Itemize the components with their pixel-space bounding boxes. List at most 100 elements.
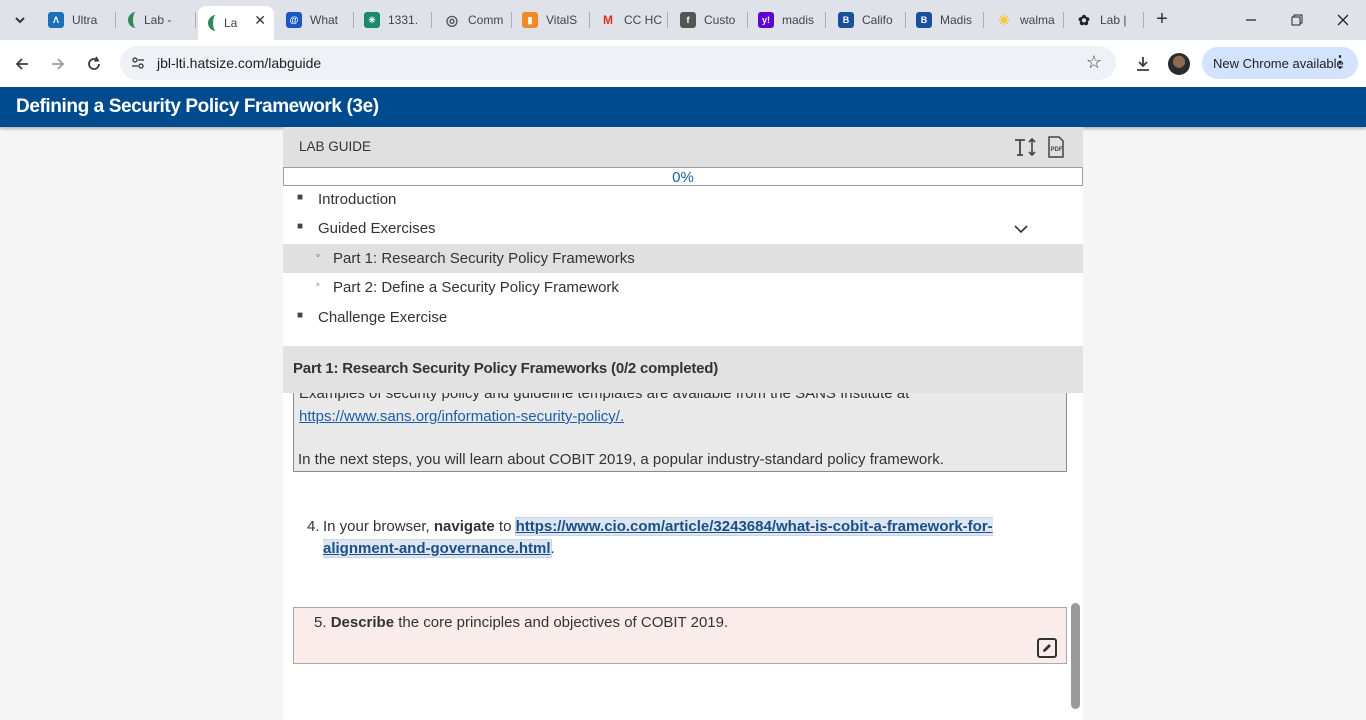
browser-toolbar: jbl-lti.hatsize.com/labguide ☆ New Chrom… xyxy=(0,40,1366,87)
section-header: Part 1: Research Security Policy Framewo… xyxy=(283,346,1083,393)
browser-tab[interactable]: Λ Ultra xyxy=(38,6,116,34)
lab-icon xyxy=(128,12,136,28)
text-size-icon xyxy=(1015,137,1036,157)
downloads-button[interactable] xyxy=(1130,50,1156,78)
arrow-right-icon xyxy=(52,58,65,70)
yahoo-icon: y! xyxy=(758,12,774,28)
tab-search-button[interactable] xyxy=(8,8,32,32)
forward-button[interactable] xyxy=(44,50,72,78)
step-text: In your browser, navigate to https://www… xyxy=(323,516,1047,560)
tab-separator xyxy=(667,12,668,28)
step-text: 5. Describe the core principles and obje… xyxy=(314,614,728,631)
bullet-icon: ■ xyxy=(297,192,304,203)
reload-button[interactable] xyxy=(80,50,108,78)
sans-link[interactable]: https://www.sans.org/information-securit… xyxy=(299,408,624,425)
step-number: 5. xyxy=(314,614,327,631)
close-icon xyxy=(1337,14,1349,26)
step-number: 4. xyxy=(307,518,320,535)
bullet-icon: ◦ xyxy=(316,250,320,262)
toc-item-guided-exercises[interactable]: ■ Guided Exercises xyxy=(283,214,1083,243)
lab-guide-title: LAB GUIDE xyxy=(299,139,372,154)
browser-tab[interactable]: y! madis xyxy=(748,6,826,34)
browser-tab[interactable]: Lab - xyxy=(118,6,196,34)
bookmark-star-icon[interactable]: ☆ xyxy=(1086,52,1102,73)
browser-tab[interactable]: ✿ Lab | xyxy=(1066,6,1144,34)
restore-icon xyxy=(1291,14,1303,26)
edit-answer-button[interactable] xyxy=(1037,638,1057,658)
new-tab-button[interactable]: + xyxy=(1150,8,1174,32)
bullet-icon: ◦ xyxy=(316,279,320,291)
browser-tab[interactable]: La ✕ xyxy=(198,6,274,40)
toc-item-part-1[interactable]: ◦ Part 1: Research Security Policy Frame… xyxy=(283,244,1083,273)
minimize-button[interactable] xyxy=(1228,0,1274,40)
ultra-icon: Λ xyxy=(48,12,64,28)
arrow-left-icon xyxy=(15,58,28,70)
step-5: 5. Describe the core principles and obje… xyxy=(293,607,1067,664)
close-tab-icon[interactable]: ✕ xyxy=(254,12,266,29)
tab-separator xyxy=(1063,12,1064,28)
browser-tab[interactable]: M CC HC xyxy=(590,6,668,34)
tab-label: Califo xyxy=(862,13,893,27)
browser-tab[interactable]: B Madis xyxy=(906,6,984,34)
browser-tab[interactable]: f Custo xyxy=(670,6,748,34)
browser-tab[interactable]: ✳ 1331. xyxy=(354,6,432,34)
profile-avatar[interactable] xyxy=(1166,50,1192,78)
url-text[interactable]: jbl-lti.hatsize.com/labguide xyxy=(157,55,321,71)
toc-item-label: Introduction xyxy=(318,191,397,208)
address-bar[interactable]: jbl-lti.hatsize.com/labguide ☆ xyxy=(120,46,1116,80)
tab-separator xyxy=(1143,12,1144,28)
lab-icon xyxy=(208,15,216,31)
browser-tab[interactable]: ◎ Comm xyxy=(434,6,512,34)
lab-guide-panel: LAB GUIDE PDF 0% ■ Introduction ■ Guided… xyxy=(283,127,1083,720)
toc-item-introduction[interactable]: ■ Introduction xyxy=(283,185,1083,214)
text-size-button[interactable] xyxy=(1013,135,1039,159)
openai-icon: ✿ xyxy=(1078,11,1090,28)
browser-tab[interactable]: B Califo xyxy=(828,6,906,34)
restore-button[interactable] xyxy=(1274,0,1320,40)
chevron-down-icon xyxy=(15,17,25,24)
tab-label: Madis xyxy=(940,13,973,27)
tab-label: Ultra xyxy=(72,13,98,27)
tab-label: Lab | xyxy=(1100,13,1127,27)
step-prefix: In your browser, xyxy=(323,518,430,535)
toc-item-label: Part 2: Define a Security Policy Framewo… xyxy=(333,279,619,296)
walmart-icon: ✳ xyxy=(998,11,1010,28)
toc-item-challenge-exercise[interactable]: ■ Challenge Exercise xyxy=(283,303,1083,332)
chevron-down-icon[interactable] xyxy=(1013,221,1029,237)
browser-tab[interactable]: ✳ walma xyxy=(986,6,1064,34)
f-icon: f xyxy=(680,12,696,28)
download-icon xyxy=(1137,57,1149,71)
tab-label: Custo xyxy=(704,13,736,27)
tab-separator xyxy=(983,12,984,28)
note-paragraph: In the next steps, you will learn about … xyxy=(298,451,944,468)
tab-separator xyxy=(115,12,116,28)
app-header: Defining a Security Policy Framework (3e… xyxy=(0,87,1366,127)
pdf-icon: PDF xyxy=(1048,136,1064,158)
progress-text: 0% xyxy=(672,169,694,186)
browser-tab[interactable]: @ What xyxy=(276,6,354,34)
tab-label: Lab - xyxy=(144,13,172,27)
scrollbar-thumb[interactable] xyxy=(1071,603,1080,709)
step-suffix: . xyxy=(550,540,555,557)
step-verb: Describe xyxy=(330,614,395,631)
toc-item-part-2[interactable]: ◦ Part 2: Define a Security Policy Frame… xyxy=(283,273,1083,302)
browser-tab-strip: Λ Ultra Lab - La ✕ @ What ✳ 1331. ◎ Comm ▮ VitalS M CC… xyxy=(0,0,1366,40)
bullet-icon: ■ xyxy=(297,221,304,232)
avatar xyxy=(1168,53,1190,75)
chrome-update-button[interactable]: New Chrome available ⋮ xyxy=(1202,47,1358,79)
back-button[interactable] xyxy=(8,50,36,78)
toc-item-label: Challenge Exercise xyxy=(318,309,448,326)
pdf-download-button[interactable]: PDF xyxy=(1045,135,1067,159)
site-info-icon[interactable] xyxy=(128,53,148,73)
vitalsource-icon: ▮ xyxy=(522,12,538,28)
minimize-icon xyxy=(1246,19,1256,21)
toc-item-label: Guided Exercises xyxy=(318,220,436,237)
close-window-button[interactable] xyxy=(1320,0,1366,40)
more-menu-icon[interactable]: ⋮ xyxy=(1332,52,1348,72)
browser-tab[interactable]: ▮ VitalS xyxy=(512,6,590,34)
step-rest: the core principles and objectives of CO… xyxy=(398,614,729,631)
step-verb: navigate xyxy=(433,518,495,535)
tab-separator xyxy=(825,12,826,28)
lab-guide-header: LAB GUIDE PDF xyxy=(283,127,1083,167)
page-title: Defining a Security Policy Framework (3e… xyxy=(16,96,379,117)
